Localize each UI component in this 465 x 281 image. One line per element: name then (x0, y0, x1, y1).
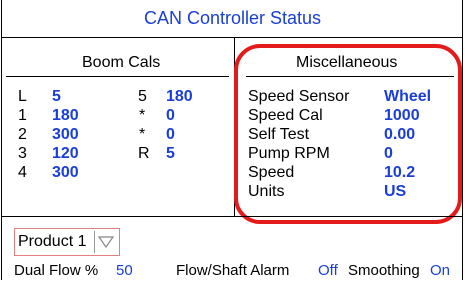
boom-label: L (18, 88, 27, 105)
dual-flow-value[interactable]: 50 (116, 262, 133, 279)
boom-label: R (138, 145, 150, 162)
product-select[interactable]: Product 1 (14, 228, 120, 256)
boom-value: 300 (52, 164, 79, 181)
page-title: CAN Controller Status (143, 8, 322, 28)
boom-cals-heading: Boom Cals (82, 54, 161, 71)
boom-label: * (139, 107, 146, 124)
boom-value: 120 (52, 145, 79, 162)
boom-label: 1 (18, 107, 27, 124)
smoothing-value[interactable]: On (430, 262, 450, 279)
boom-label: 2 (18, 126, 27, 143)
boom-label: 5 (138, 88, 147, 105)
boom-label: 3 (18, 145, 27, 162)
boom-value: 0 (166, 126, 175, 143)
bottom-divider (2, 216, 463, 217)
chevron-down-icon (98, 236, 114, 248)
dual-flow-label: Dual Flow % (14, 262, 99, 279)
flow-shaft-alarm-value[interactable]: Off (318, 262, 338, 279)
boom-value: 180 (52, 107, 79, 124)
boom-value: 5 (52, 88, 61, 105)
boom-label: * (139, 126, 146, 143)
boom-cals-underline (6, 76, 229, 77)
dropdown-arrow[interactable] (94, 231, 117, 253)
highlight-annotation (234, 44, 462, 224)
boom-label: 4 (18, 164, 27, 181)
title-divider (2, 37, 463, 38)
boom-value: 300 (52, 126, 79, 143)
boom-value: 180 (166, 88, 193, 105)
flow-shaft-alarm-label: Flow/Shaft Alarm (176, 262, 290, 279)
smoothing-label: Smoothing (348, 262, 420, 279)
boom-value: 5 (166, 145, 175, 162)
product-select-value: Product 1 (18, 233, 87, 250)
boom-value: 0 (166, 107, 175, 124)
